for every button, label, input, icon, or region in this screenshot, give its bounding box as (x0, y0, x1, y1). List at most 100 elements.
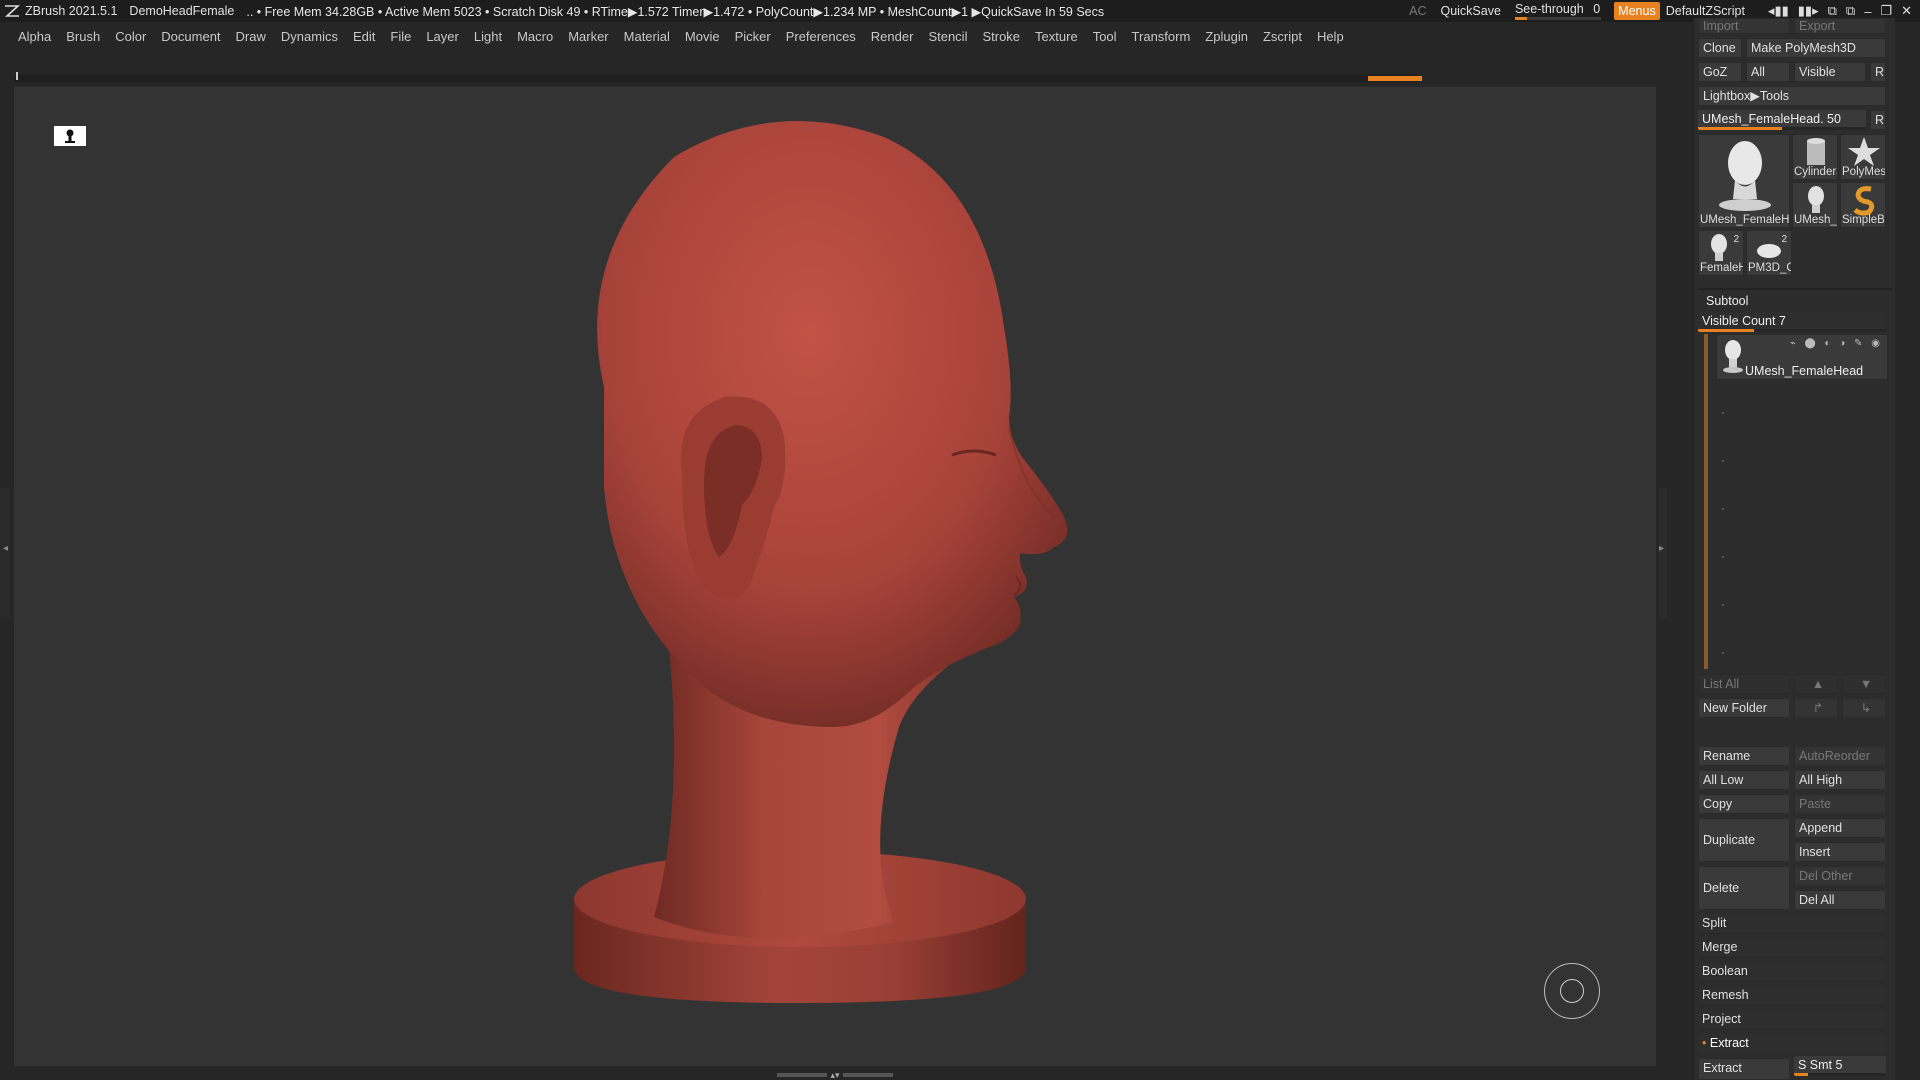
ui-layout-next-icon[interactable]: ▮▮▸ (1798, 3, 1819, 19)
subtool-item[interactable]: ⌁ ⬤ ◐ ◑ ✎ ◉ UMesh_FemaleHead (1716, 334, 1888, 380)
subtool-list[interactable]: ⌁ ⬤ ◐ ◑ ✎ ◉ UMesh_FemaleHead (1702, 334, 1892, 669)
tool-thumb-umesh[interactable]: UMesh_ (1792, 182, 1838, 228)
menu-zplugin[interactable]: Zplugin (1205, 29, 1248, 44)
new-folder-button[interactable]: New Folder (1698, 698, 1790, 718)
tool-thumb-femalehead[interactable]: 2 FemaleHead (1698, 230, 1744, 276)
shelf-highlight[interactable] (1368, 76, 1422, 81)
quicksave-button[interactable]: QuickSave (1440, 4, 1500, 18)
s-smt-slider[interactable]: S Smt 5 (1794, 1056, 1886, 1076)
menu-dynamics[interactable]: Dynamics (281, 29, 338, 44)
insert-button[interactable]: Insert (1794, 842, 1886, 862)
move-out-folder-icon[interactable]: ↳ (1842, 698, 1886, 718)
visible-count-slider[interactable]: Visible Count 7 (1698, 312, 1886, 332)
export-button[interactable]: Export (1794, 18, 1886, 34)
current-tool-slider[interactable]: UMesh_FemaleHead. 50 (1698, 110, 1866, 130)
bottom-tray-handle[interactable]: ▴▾ (770, 1070, 900, 1080)
tool-thumb-umesh-femalehead[interactable]: UMesh_FemaleHead (1698, 134, 1790, 228)
thumb-count: 2 (1733, 234, 1739, 245)
navigation-gyro-icon[interactable] (1544, 963, 1600, 1019)
extract-subpalette[interactable]: • Extract (1698, 1034, 1886, 1054)
see-through-slider[interactable]: See-through 0 (1514, 2, 1601, 20)
menu-document[interactable]: Document (161, 29, 220, 44)
rename-button[interactable]: Rename (1698, 746, 1790, 766)
del-other-button[interactable]: Del Other (1794, 866, 1886, 886)
menus-toggle[interactable]: Menus (1614, 2, 1660, 20)
menu-texture[interactable]: Texture (1035, 29, 1078, 44)
tool-thumb-simplebrush[interactable]: SimpleBrush (1840, 182, 1886, 228)
minimize-icon[interactable]: – (1864, 4, 1871, 19)
ac-toggle[interactable]: AC (1409, 4, 1426, 18)
menu-layer[interactable]: Layer (426, 29, 459, 44)
visibility-eye-icon[interactable]: ◉ (1871, 338, 1883, 349)
restore-icon[interactable]: ❐ (1880, 3, 1892, 19)
menu-alpha[interactable]: Alpha (18, 29, 51, 44)
del-all-button[interactable]: Del All (1794, 890, 1886, 910)
goz-all-button[interactable]: All (1746, 62, 1790, 82)
menu-light[interactable]: Light (474, 29, 502, 44)
move-up-icon[interactable]: ▲ (1794, 674, 1838, 694)
menu-tool[interactable]: Tool (1093, 29, 1117, 44)
delete-button[interactable]: Delete (1698, 866, 1790, 910)
menu-file[interactable]: File (390, 29, 411, 44)
menu-color[interactable]: Color (115, 29, 146, 44)
left-tray-handle[interactable]: ◂ (0, 488, 10, 618)
bottom-tray-arrow-icon: ▴▾ (830, 1069, 840, 1080)
s-smt-label: S Smt 5 (1798, 1058, 1843, 1072)
goz-r-button[interactable]: R (1870, 62, 1886, 82)
import-button[interactable]: Import (1698, 18, 1790, 34)
see-through-value: 0 (1593, 2, 1601, 16)
menu-brush[interactable]: Brush (66, 29, 100, 44)
project-subpalette[interactable]: Project (1698, 1010, 1886, 1030)
all-low-button[interactable]: All Low (1698, 770, 1790, 790)
autoreorder-button[interactable]: AutoReorder (1794, 746, 1886, 766)
subtool-item-icons[interactable]: ⌁ ⬤ ◐ ◑ ✎ ◉ (1790, 338, 1883, 349)
subtool-scrollbar[interactable] (1704, 334, 1708, 669)
menu-render[interactable]: Render (871, 29, 914, 44)
append-button[interactable]: Append (1794, 818, 1886, 838)
menu-macro[interactable]: Macro (517, 29, 553, 44)
subtool-title[interactable]: Subtool (1706, 294, 1748, 308)
duplicate-button[interactable]: Duplicate (1698, 818, 1790, 862)
remesh-subpalette[interactable]: Remesh (1698, 986, 1886, 1006)
menu-stroke[interactable]: Stroke (982, 29, 1020, 44)
ui-layout-prev-icon[interactable]: ◂▮▮ (1768, 3, 1789, 19)
move-into-folder-icon[interactable]: ↱ (1794, 698, 1838, 718)
lightbox-tools-button[interactable]: Lightbox▶Tools (1698, 86, 1886, 106)
split-subpalette[interactable]: Split (1698, 914, 1886, 934)
menu-material[interactable]: Material (624, 29, 670, 44)
canvas-viewport[interactable] (14, 86, 1656, 1066)
move-down-icon[interactable]: ▼ (1842, 674, 1886, 694)
goz-visible-button[interactable]: Visible (1794, 62, 1866, 82)
default-zscript[interactable]: DefaultZScript (1666, 4, 1745, 18)
clone-button[interactable]: Clone (1698, 38, 1742, 58)
menu-edit[interactable]: Edit (353, 29, 375, 44)
left-tray-arrow-icon: ◂ (3, 543, 9, 554)
tool-r-button[interactable]: R (1870, 110, 1886, 130)
tool-thumb-cylinder3d[interactable]: Cylinder3D (1792, 134, 1838, 180)
menu-preferences[interactable]: Preferences (786, 29, 856, 44)
paste-button[interactable]: Paste (1794, 794, 1886, 814)
list-all-button[interactable]: List All (1698, 674, 1790, 694)
menu-stencil[interactable]: Stencil (928, 29, 967, 44)
menu-draw[interactable]: Draw (236, 29, 266, 44)
copy-button[interactable]: Copy (1698, 794, 1790, 814)
menu-help[interactable]: Help (1317, 29, 1344, 44)
menu-movie[interactable]: Movie (685, 29, 720, 44)
boolean-subpalette[interactable]: Boolean (1698, 962, 1886, 982)
extract-button[interactable]: Extract (1698, 1058, 1790, 1080)
swatch-icon[interactable]: ⧉ (1846, 3, 1855, 19)
menu-marker[interactable]: Marker (568, 29, 608, 44)
merge-subpalette[interactable]: Merge (1698, 938, 1886, 958)
menu-picker[interactable]: Picker (735, 29, 771, 44)
goz-button[interactable]: GoZ (1698, 62, 1742, 82)
sculpted-head-model[interactable] (14, 87, 1656, 1067)
menu-zscript[interactable]: Zscript (1263, 29, 1302, 44)
tool-thumb-pm3d-cylinder[interactable]: 2 PM3D_Cylinder (1746, 230, 1792, 276)
all-high-button[interactable]: All High (1794, 770, 1886, 790)
close-icon[interactable]: ✕ (1901, 3, 1912, 19)
make-polymesh-button[interactable]: Make PolyMesh3D (1746, 38, 1886, 58)
right-tray-handle[interactable]: ▸ (1659, 488, 1667, 618)
tool-thumb-polymesh3d[interactable]: PolyMesh3D (1840, 134, 1886, 180)
menu-transform[interactable]: Transform (1132, 29, 1191, 44)
layout-icon[interactable]: ⧉ (1828, 3, 1837, 19)
